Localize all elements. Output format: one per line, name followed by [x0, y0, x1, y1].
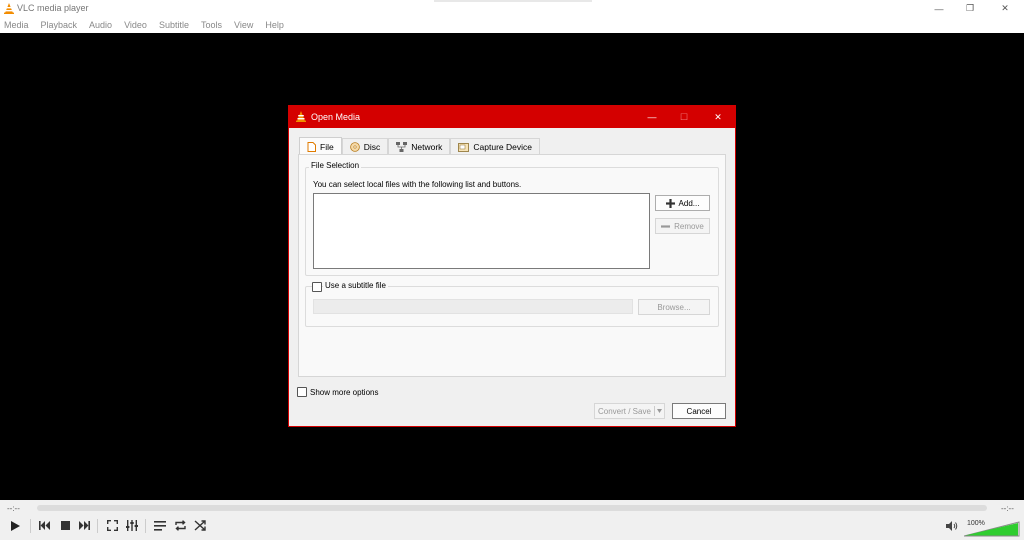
dialog-title: Open Media — [311, 112, 361, 122]
volume-slider[interactable] — [964, 521, 1020, 537]
dialog-close-button[interactable]: ✕ — [701, 106, 735, 128]
open-media-dialog: Open Media — ☐ ✕ File Disc Network Captu… — [288, 105, 736, 427]
tab-disc-label: Disc — [363, 142, 381, 152]
subtitle-path-field — [313, 299, 633, 314]
split-divider — [654, 406, 655, 416]
play-icon — [11, 520, 20, 531]
subtitle-checkbox-label[interactable]: Use a subtitle file — [323, 281, 388, 290]
tab-capture-device-label: Capture Device — [473, 142, 533, 152]
seek-slider[interactable] — [37, 505, 987, 511]
file-icon — [307, 141, 316, 152]
browse-label: Browse... — [657, 302, 691, 312]
minimize-button[interactable]: — — [924, 0, 954, 17]
playlist-button[interactable] — [151, 517, 169, 534]
shuffle-icon — [194, 520, 206, 531]
capture-device-icon — [458, 142, 470, 152]
minus-icon — [661, 224, 671, 228]
speaker-icon — [946, 520, 958, 531]
window-title: VLC media player — [17, 3, 89, 13]
menu-help[interactable]: Help — [265, 20, 284, 30]
vlc-cone-icon — [4, 3, 14, 16]
menu-subtitle[interactable]: Subtitle — [159, 20, 189, 30]
add-label: Add... — [678, 198, 700, 208]
tab-disc[interactable]: Disc — [341, 138, 389, 155]
extended-settings-button[interactable] — [123, 517, 141, 534]
restore-icon: ❐ — [965, 3, 975, 13]
dialog-tabs: File Disc Network Capture Device — [299, 137, 541, 155]
convert-save-button: Convert / Save — [594, 403, 665, 419]
menu-audio[interactable]: Audio — [89, 20, 112, 30]
close-window-button[interactable]: ✕ — [990, 0, 1020, 17]
window-title-bar: VLC media player — ❐ ✕ — [0, 0, 1024, 17]
dialog-title-bar: Open Media — ☐ ✕ — [289, 106, 735, 128]
remove-label: Remove — [674, 221, 704, 231]
control-divider — [97, 519, 98, 533]
show-more-options-checkbox[interactable] — [297, 387, 307, 397]
file-list[interactable] — [313, 193, 650, 269]
dialog-minimize-button[interactable]: — — [635, 106, 669, 128]
control-divider — [145, 519, 146, 533]
fullscreen-button[interactable] — [103, 517, 121, 534]
add-button[interactable]: Add... — [655, 195, 710, 211]
play-button[interactable] — [5, 516, 25, 535]
close-icon: ✕ — [714, 111, 722, 122]
menu-bar: Media Playback Audio Video Subtitle Tool… — [0, 17, 1024, 33]
cancel-label: Cancel — [686, 406, 712, 416]
tab-capture-device[interactable]: Capture Device — [450, 138, 541, 155]
close-icon: ✕ — [1001, 3, 1009, 13]
tab-network[interactable]: Network — [388, 138, 451, 155]
file-tab-pane: File Selection You can select local file… — [298, 154, 726, 377]
shuffle-button[interactable] — [191, 517, 209, 534]
stop-icon — [60, 521, 70, 530]
next-button[interactable] — [75, 517, 93, 534]
dialog-maximize-button: ☐ — [667, 106, 701, 128]
chevron-down-icon — [657, 409, 662, 413]
tab-network-label: Network — [411, 142, 443, 152]
tab-file-label: File — [320, 141, 334, 152]
fullscreen-icon — [106, 520, 118, 531]
mute-button[interactable] — [945, 517, 959, 534]
convert-save-label: Convert / Save — [598, 406, 651, 416]
remaining-time[interactable]: --:-- — [1001, 504, 1014, 513]
menu-video[interactable]: Video — [124, 20, 147, 30]
minimize-icon: — — [934, 3, 944, 14]
network-icon — [396, 142, 408, 152]
vlc-cone-icon — [296, 111, 306, 124]
stop-button[interactable] — [56, 517, 74, 534]
control-divider — [30, 519, 31, 533]
menu-playback[interactable]: Playback — [41, 20, 78, 30]
loop-button[interactable] — [171, 517, 189, 534]
subtitle-checkbox[interactable] — [312, 282, 322, 292]
show-more-options-label[interactable]: Show more options — [310, 388, 378, 397]
remove-button: Remove — [655, 218, 710, 234]
tab-file[interactable]: File — [299, 137, 342, 155]
next-icon — [79, 521, 90, 530]
plus-icon — [665, 198, 675, 208]
menu-media[interactable]: Media — [4, 20, 29, 30]
browse-button: Browse... — [638, 299, 710, 315]
equalizer-icon — [126, 520, 138, 531]
file-selection-hint: You can select local files with the foll… — [313, 180, 522, 189]
disc-icon — [349, 142, 360, 152]
restore-button[interactable]: ❐ — [955, 0, 985, 17]
previous-button[interactable] — [36, 517, 54, 534]
elapsed-time[interactable]: --:-- — [7, 504, 20, 513]
file-selection-label: File Selection — [309, 161, 362, 170]
loop-icon — [174, 520, 186, 531]
menu-tools[interactable]: Tools — [201, 20, 222, 30]
maximize-icon: ☐ — [679, 111, 689, 122]
cancel-button[interactable]: Cancel — [672, 403, 726, 419]
minimize-icon: — — [647, 112, 657, 122]
title-bar-drag-strip — [434, 0, 592, 2]
menu-view[interactable]: View — [234, 20, 253, 30]
previous-icon — [39, 521, 50, 530]
playlist-icon — [154, 520, 166, 531]
